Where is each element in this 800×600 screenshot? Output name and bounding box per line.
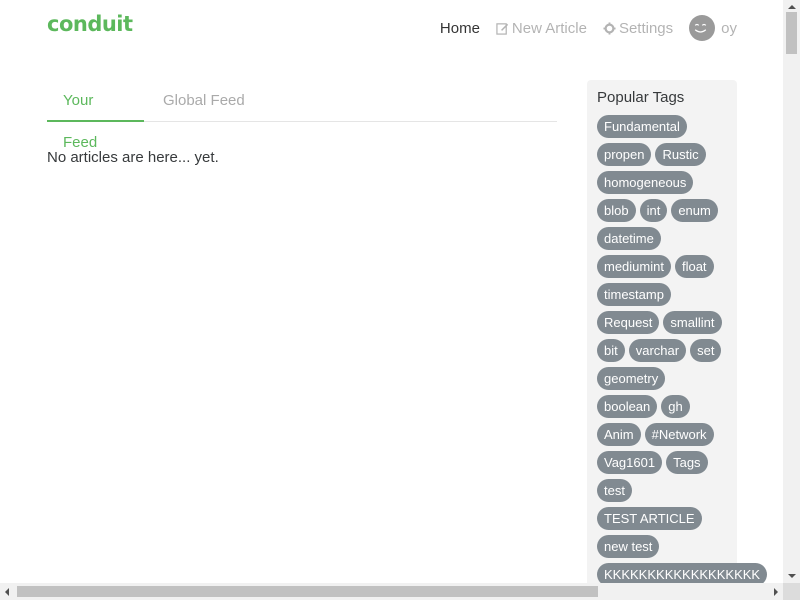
tag-pill[interactable]: mediumint — [597, 255, 671, 278]
horizontal-scroll-thumb[interactable] — [17, 586, 598, 597]
tag-pill[interactable]: enum — [671, 199, 718, 222]
tag-pill[interactable]: #Network — [644, 423, 714, 446]
nav-username: oy — [721, 19, 737, 37]
tag-pill[interactable]: propen — [597, 143, 652, 166]
nav-profile-link[interactable]: oy — [689, 15, 737, 41]
tag-pill[interactable]: Rustic — [655, 143, 706, 166]
tag-pill[interactable]: TEST ARTICLE — [597, 507, 702, 530]
nav-settings-link[interactable]: Settings — [603, 20, 673, 37]
feed-toggle: Your Feed Global Feed — [47, 80, 557, 151]
tag-pill[interactable]: bit — [597, 339, 625, 362]
tag-pill[interactable]: Tags — [666, 451, 708, 474]
tab-your-feed[interactable]: Your Feed — [47, 80, 144, 151]
vertical-scrollbar[interactable] — [783, 0, 800, 583]
nav-new-article-label: New Article — [511, 19, 587, 37]
nav-links: Home New Article Settings oy — [424, 15, 737, 41]
tag-pill[interactable]: boolean — [597, 395, 658, 418]
tag-list: Fundamental propen Rustic homogeneous bl… — [597, 115, 768, 583]
tag-pill[interactable]: varchar — [628, 339, 687, 362]
page-viewport: conduit Home New Article Settings oy You… — [0, 0, 783, 583]
tag-pill[interactable]: Fundamental — [597, 115, 687, 138]
tag-pill[interactable]: new test — [597, 535, 660, 558]
tag-pill[interactable]: timestamp — [597, 283, 671, 306]
brand-logo[interactable]: conduit — [47, 12, 133, 36]
tag-pill[interactable]: blob — [597, 199, 636, 222]
smiley-icon — [694, 23, 707, 33]
tag-pill[interactable]: int — [639, 199, 668, 222]
tag-pill[interactable]: smallint — [663, 311, 722, 334]
gear-icon — [603, 21, 616, 35]
navbar: conduit Home New Article Settings oy — [0, 0, 783, 56]
tag-pill[interactable]: Request — [597, 311, 660, 334]
scrollbar-corner — [783, 583, 800, 600]
tab-global-feed[interactable]: Global Feed — [147, 80, 261, 122]
tag-pill[interactable]: KKKKKKKKKKKKKKKKKK — [597, 563, 768, 583]
popular-tags-sidebar: Popular Tags Fundamental propen Rustic h… — [587, 80, 768, 583]
vertical-scroll-thumb[interactable] — [786, 12, 797, 54]
scroll-right-arrow-icon[interactable] — [774, 588, 778, 596]
empty-feed-message: No articles are here... yet. — [47, 149, 219, 166]
nav-new-article-link[interactable]: New Article — [496, 20, 587, 37]
nav-home-link[interactable]: Home — [440, 20, 480, 37]
horizontal-scrollbar[interactable] — [0, 583, 783, 600]
tag-pill[interactable]: datetime — [597, 227, 661, 250]
tag-pill[interactable]: Anim — [597, 423, 641, 446]
tag-pill[interactable]: test — [597, 479, 632, 502]
nav-settings-label: Settings — [618, 19, 674, 37]
nav-home-label: Home — [439, 19, 480, 37]
tag-pill[interactable]: Vag1601 — [597, 451, 663, 474]
tag-pill[interactable]: geometry — [597, 367, 666, 390]
tag-pill[interactable]: homogeneous — [597, 171, 694, 194]
tag-pill[interactable]: float — [674, 255, 714, 278]
scroll-up-arrow-icon[interactable] — [788, 5, 796, 9]
scroll-left-arrow-icon[interactable] — [5, 588, 9, 596]
avatar — [689, 15, 716, 41]
tag-pill[interactable]: set — [690, 339, 722, 362]
edit-icon — [496, 22, 509, 35]
scroll-down-arrow-icon[interactable] — [788, 574, 796, 578]
tag-pill[interactable]: gh — [661, 395, 690, 418]
sidebar-title: Popular Tags — [597, 89, 685, 106]
